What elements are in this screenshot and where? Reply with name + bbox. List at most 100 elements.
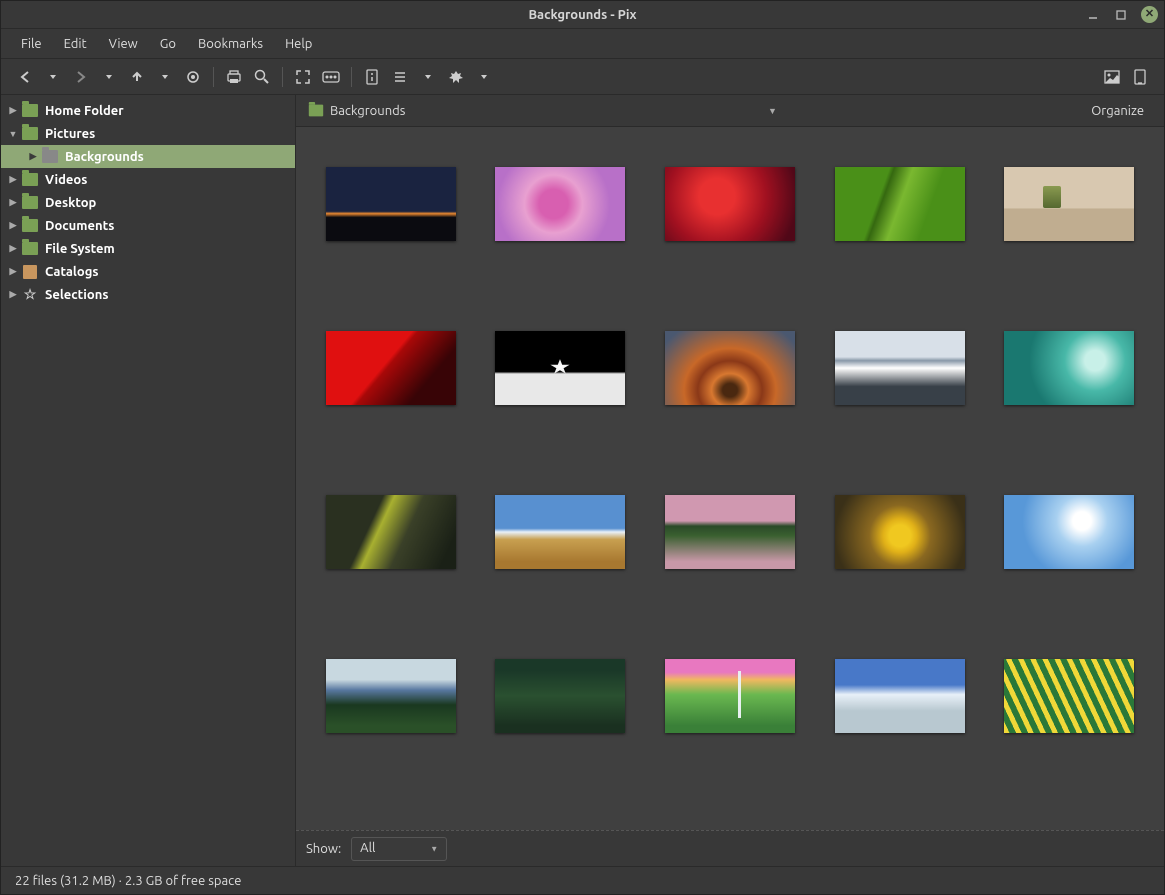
tree-item-pictures[interactable]: ▼ Pictures — [1, 122, 295, 145]
expand-icon[interactable]: ▶ — [5, 174, 21, 185]
content-pane: Backgrounds ▼ Organize — [296, 95, 1164, 866]
properties-button[interactable] — [358, 63, 386, 91]
view-mode-dropdown[interactable] — [414, 63, 442, 91]
filter-label: Show: — [306, 842, 341, 856]
collapse-icon[interactable]: ▼ — [5, 129, 21, 139]
thumbnail-item[interactable] — [835, 331, 965, 405]
tree-item-desktop[interactable]: ▶ Desktop — [1, 191, 295, 214]
pictures-folder-icon — [21, 126, 39, 142]
current-folder-name: Backgrounds — [330, 104, 405, 118]
thumbnail-item[interactable] — [326, 331, 456, 405]
current-folder[interactable]: Backgrounds — [308, 104, 405, 118]
tree-item-catalogs[interactable]: ▶ Catalogs — [1, 260, 295, 283]
tree-label: Home Folder — [45, 104, 124, 118]
tree-item-selections[interactable]: ▶ Selections — [1, 283, 295, 306]
thumbnail-item[interactable] — [326, 167, 456, 241]
thumbnail-item[interactable] — [665, 659, 795, 733]
menu-go[interactable]: Go — [150, 33, 186, 55]
expand-icon[interactable]: ▶ — [5, 105, 21, 116]
expand-icon[interactable]: ▶ — [5, 220, 21, 231]
videos-folder-icon — [21, 172, 39, 188]
thumbnail-item[interactable] — [495, 331, 625, 405]
thumbnail-item[interactable] — [326, 495, 456, 569]
filter-select[interactable]: All — [351, 837, 447, 861]
folder-icon — [309, 105, 323, 117]
folder-icon — [41, 149, 59, 165]
thumbnail-item[interactable] — [1004, 167, 1134, 241]
menu-file[interactable]: File — [11, 33, 52, 55]
slideshow-button[interactable] — [317, 63, 345, 91]
title-bar: Backgrounds - Pix ✕ — [1, 1, 1164, 29]
filter-value: All — [360, 841, 375, 855]
tools-dropdown[interactable] — [470, 63, 498, 91]
back-history-dropdown[interactable] — [39, 63, 67, 91]
thumbnail-item[interactable] — [665, 331, 795, 405]
location-bar: Backgrounds ▼ Organize — [296, 95, 1164, 127]
expand-icon[interactable]: ▶ — [5, 197, 21, 208]
window-controls: ✕ — [1085, 6, 1158, 23]
location-dropdown[interactable]: ▼ — [756, 102, 789, 120]
thumbnail-item[interactable] — [665, 167, 795, 241]
tree-item-backgrounds[interactable]: ▶ Backgrounds — [1, 145, 295, 168]
image-mode-button[interactable] — [1098, 63, 1126, 91]
thumbnail-item[interactable] — [495, 659, 625, 733]
menu-bar: File Edit View Go Bookmarks Help — [1, 29, 1164, 59]
expand-icon[interactable]: ▶ — [25, 151, 41, 162]
tools-button[interactable] — [442, 63, 470, 91]
home-folder-icon — [21, 103, 39, 119]
app-window: Backgrounds - Pix ✕ File Edit View Go Bo… — [0, 0, 1165, 895]
thumbnail-item[interactable] — [1004, 659, 1134, 733]
expand-icon[interactable]: ▶ — [5, 243, 21, 254]
thumbnail-item[interactable] — [665, 495, 795, 569]
catalog-icon — [21, 264, 39, 280]
filter-bar: Show: All — [296, 830, 1164, 866]
menu-help[interactable]: Help — [275, 33, 322, 55]
search-button[interactable] — [248, 63, 276, 91]
thumbnail-item[interactable] — [835, 495, 965, 569]
thumbnail-item[interactable] — [1004, 331, 1134, 405]
expand-icon[interactable]: ▶ — [5, 289, 21, 300]
tree-label: Desktop — [45, 196, 96, 210]
organize-button[interactable]: Organize — [1083, 100, 1152, 122]
view-mode-button[interactable] — [386, 63, 414, 91]
filesystem-folder-icon — [21, 241, 39, 257]
tree-item-videos[interactable]: ▶ Videos — [1, 168, 295, 191]
status-text: 22 files (31.2 MB) · 2.3 GB of free spac… — [15, 874, 241, 888]
up-button[interactable] — [123, 63, 151, 91]
minimize-button[interactable] — [1085, 7, 1101, 23]
tree-item-documents[interactable]: ▶ Documents — [1, 214, 295, 237]
thumbnail-item[interactable] — [495, 495, 625, 569]
thumbnail-item[interactable] — [495, 167, 625, 241]
forward-history-dropdown[interactable] — [95, 63, 123, 91]
close-button[interactable]: ✕ — [1141, 6, 1158, 23]
tree-item-home[interactable]: ▶ Home Folder — [1, 99, 295, 122]
expand-icon[interactable]: ▶ — [5, 266, 21, 277]
thumbnail-item[interactable] — [835, 659, 965, 733]
thumbnail-item[interactable] — [835, 167, 965, 241]
toolbar-separator — [351, 67, 352, 87]
maximize-button[interactable] — [1113, 7, 1129, 23]
star-icon — [21, 287, 39, 303]
tree-label: Videos — [45, 173, 87, 187]
stop-reload-button[interactable] — [179, 63, 207, 91]
forward-button[interactable] — [67, 63, 95, 91]
menu-view[interactable]: View — [99, 33, 148, 55]
window-title: Backgrounds - Pix — [528, 8, 636, 22]
thumbnail-item[interactable] — [1004, 495, 1134, 569]
tree-label: Documents — [45, 219, 114, 233]
menu-bookmarks[interactable]: Bookmarks — [188, 33, 273, 55]
menu-edit[interactable]: Edit — [54, 33, 97, 55]
print-button[interactable] — [220, 63, 248, 91]
edit-mode-button[interactable] — [1126, 63, 1154, 91]
toolbar-separator — [282, 67, 283, 87]
tree-item-filesystem[interactable]: ▶ File System — [1, 237, 295, 260]
tree-label: File System — [45, 242, 115, 256]
fullscreen-button[interactable] — [289, 63, 317, 91]
status-bar: 22 files (31.2 MB) · 2.3 GB of free spac… — [1, 866, 1164, 894]
folder-tree-sidebar[interactable]: ▶ Home Folder ▼ Pictures ▶ Backgrounds ▶… — [1, 95, 296, 866]
thumbnail-grid-area[interactable] — [296, 127, 1164, 830]
up-history-dropdown[interactable] — [151, 63, 179, 91]
back-button[interactable] — [11, 63, 39, 91]
thumbnail-item[interactable] — [326, 659, 456, 733]
tree-label: Catalogs — [45, 265, 99, 279]
